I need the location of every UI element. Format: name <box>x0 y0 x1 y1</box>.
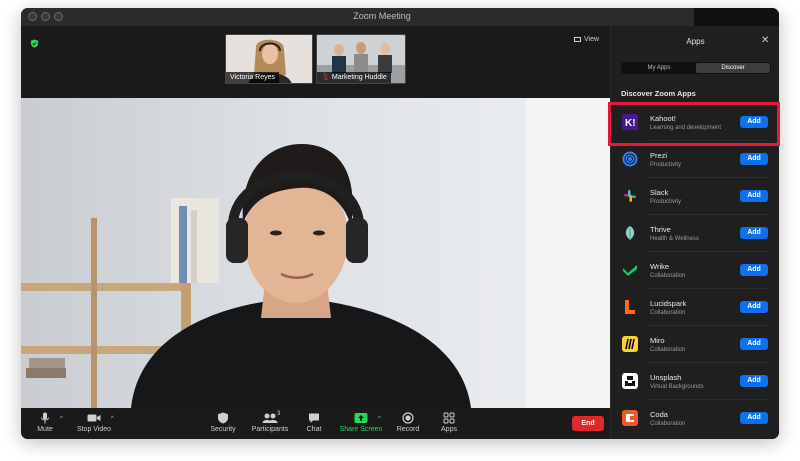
close-icon[interactable]: ✕ <box>761 35 769 46</box>
security-shield-icon <box>218 412 228 424</box>
record-button[interactable]: Record <box>396 412 420 433</box>
app-row-prezi[interactable]: Prezi Productivity Add <box>611 141 779 178</box>
thrive-icon <box>625 226 635 240</box>
share-options-chevron-icon[interactable]: ^ <box>378 416 381 422</box>
grid-view-icon <box>574 37 581 42</box>
window-title: Zoom Meeting <box>353 11 411 21</box>
end-meeting-button[interactable]: End <box>572 416 604 431</box>
wrike-icon <box>623 265 637 276</box>
stop-video-button[interactable]: Stop Video <box>76 412 112 433</box>
slack-icon <box>624 190 636 202</box>
share-screen-icon <box>354 413 368 423</box>
prezi-icon <box>622 151 638 167</box>
video-options-chevron-icon[interactable]: ^ <box>111 416 114 422</box>
add-coda-button[interactable]: Add <box>740 412 768 424</box>
security-button[interactable]: Security <box>210 412 236 433</box>
miro-icon <box>622 336 638 352</box>
app-row-wrike[interactable]: Wrike Collaboration Add <box>611 252 779 289</box>
add-prezi-button[interactable]: Add <box>740 153 768 165</box>
chat-bubble-icon <box>309 413 319 423</box>
microphone-icon <box>41 412 49 424</box>
app-row-coda[interactable]: Coda Collaboration Add <box>611 400 779 437</box>
section-title: Discover Zoom Apps <box>621 89 696 98</box>
add-unsplash-button[interactable]: Add <box>740 375 768 387</box>
participants-count: 3 <box>277 411 281 417</box>
zoom-window: Zoom Meeting Victoria Reyes 🎙 Marketing … <box>21 8 779 439</box>
app-row-lucidspark[interactable]: Lucidspark Collaboration Add <box>611 289 779 326</box>
unsplash-icon <box>622 373 638 389</box>
muted-mic-icon: 🎙 <box>321 74 330 81</box>
apps-panel-title: Apps <box>686 37 705 46</box>
app-row-unsplash[interactable]: Unsplash Virtual Backgrounds Add <box>611 363 779 400</box>
apps-button[interactable]: Apps <box>439 412 459 433</box>
participant-name: Victoria Reyes <box>226 72 280 83</box>
title-bar: Zoom Meeting <box>21 8 779 26</box>
share-screen-button[interactable]: Share Screen <box>339 412 383 433</box>
app-row-thrive[interactable]: Thrive Health & Wellness Add <box>611 215 779 252</box>
view-button[interactable]: View <box>574 36 599 43</box>
lucidspark-icon <box>625 300 635 314</box>
add-thrive-button[interactable]: Add <box>740 227 768 239</box>
video-camera-icon <box>87 414 101 422</box>
app-row-slack[interactable]: Slack Productivity Add <box>611 178 779 215</box>
app-row-miro[interactable]: Miro Collaboration Add <box>611 326 779 363</box>
tab-discover[interactable]: Discover <box>696 63 770 73</box>
add-slack-button[interactable]: Add <box>740 190 768 202</box>
participant-name: 🎙 Marketing Huddle <box>317 72 391 83</box>
participants-icon <box>262 413 278 423</box>
add-wrike-button[interactable]: Add <box>740 264 768 276</box>
participants-button[interactable]: Participants <box>250 412 290 433</box>
add-miro-button[interactable]: Add <box>740 338 768 350</box>
participant-thumbnail[interactable]: Victoria Reyes <box>225 34 313 84</box>
tab-my-apps[interactable]: My Apps <box>622 63 696 73</box>
coda-icon <box>622 410 638 426</box>
add-lucidspark-button[interactable]: Add <box>740 301 768 313</box>
participant-thumbnail[interactable]: 🎙 Marketing Huddle <box>316 34 406 84</box>
chat-button[interactable]: Chat <box>304 412 324 433</box>
meeting-area: Victoria Reyes 🎙 Marketing Huddle View M… <box>21 26 610 439</box>
highlight-box <box>608 102 780 146</box>
apps-tab-switcher: My Apps Discover <box>621 62 771 74</box>
mute-button[interactable]: Mute <box>35 412 55 433</box>
meeting-toolbar: Mute ^ Stop Video ^ Security Participant… <box>21 408 610 439</box>
audio-options-chevron-icon[interactable]: ^ <box>60 416 63 422</box>
encryption-shield-icon[interactable] <box>30 39 39 48</box>
apps-panel: Apps ✕ My Apps Discover Discover Zoom Ap… <box>610 26 779 439</box>
record-icon <box>402 412 414 424</box>
active-speaker-video <box>21 98 610 408</box>
apps-icon <box>443 412 455 424</box>
